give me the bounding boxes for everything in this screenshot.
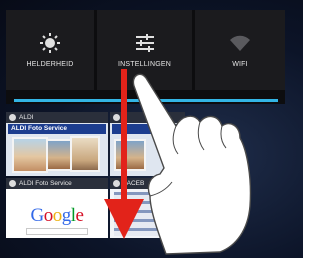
tablet-screen: HELDERHEID INSTELLINGEN WIFI ALDI ALDI F… [0,0,303,258]
pointing-hand-illustration [132,73,252,255]
